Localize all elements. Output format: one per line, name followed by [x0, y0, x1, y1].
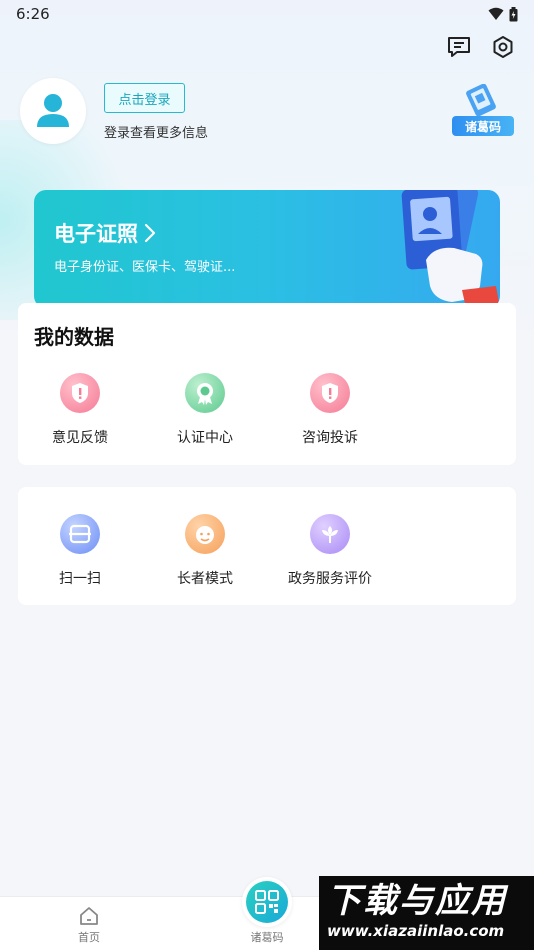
certify-center-label: 认证中心 — [177, 430, 233, 446]
flower-rating-icon — [310, 514, 350, 554]
cert-subtitle: 电子身份证、医保卡、驾驶证... — [54, 260, 236, 275]
wifi-icon — [488, 7, 504, 20]
feedback-label: 意见反馈 — [52, 430, 108, 446]
tab-home[interactable]: 首页 — [44, 897, 134, 950]
battery-icon — [509, 6, 518, 21]
phone-code-icon — [466, 84, 496, 116]
status-time: 6:26 — [16, 5, 50, 23]
badge-certify-icon — [185, 373, 225, 413]
home-icon — [80, 907, 98, 925]
watermark: 下载与应用 www.xiazaiinlao.com — [319, 876, 534, 950]
my-data-title: 我的数据 — [34, 325, 114, 349]
tab-home-label: 首页 — [78, 931, 100, 944]
user-icon — [37, 94, 69, 127]
shield-complaint-icon — [310, 373, 350, 413]
service-rating-label: 政务服务评价 — [288, 571, 372, 587]
shield-feedback-icon — [60, 373, 100, 413]
elder-face-icon — [185, 514, 225, 554]
tab-zhuge-code[interactable]: 诸葛码 — [222, 877, 312, 944]
tab-zhuge-code-label: 诸葛码 — [250, 931, 284, 944]
message-icon — [448, 37, 470, 57]
zhuge-code-badge[interactable]: 诸葛码 — [452, 84, 514, 136]
chevron-right-icon — [144, 223, 156, 243]
login-button[interactable]: 点击登录 — [104, 83, 185, 113]
certify-center-item[interactable]: 认证中心 — [145, 373, 265, 447]
complaint-label: 咨询投诉 — [302, 430, 358, 446]
status-bar: 6:26 — [0, 0, 534, 28]
scan-icon — [60, 514, 100, 554]
cert-title-row: 电子证照 — [54, 218, 156, 248]
my-data-card: 我的数据 意见反馈 认证中心 咨询投诉 — [18, 303, 516, 465]
status-icons — [488, 6, 518, 22]
header-actions — [446, 34, 516, 60]
cert-title: 电子证照 — [54, 222, 138, 246]
scan-label: 扫一扫 — [59, 571, 101, 587]
message-button[interactable] — [446, 34, 472, 60]
watermark-url: www.xiazaiinlao.com — [327, 922, 505, 940]
feedback-item[interactable]: 意见反馈 — [20, 373, 140, 447]
e-certificate-card[interactable]: 电子证照 电子身份证、医保卡、驾驶证... — [34, 190, 500, 308]
complaint-item[interactable]: 咨询投诉 — [270, 373, 390, 447]
id-cards-hand-icon — [401, 190, 500, 308]
watermark-main: 下载与应用 — [327, 881, 507, 921]
qr-code-button[interactable] — [242, 877, 292, 927]
settings-button[interactable] — [490, 34, 516, 60]
settings-icon — [493, 36, 513, 58]
avatar[interactable] — [20, 78, 86, 144]
zhuge-code-label: 诸葛码 — [452, 116, 514, 136]
elder-mode-label: 长者模式 — [177, 571, 233, 587]
login-hint: 登录查看更多信息 — [104, 126, 209, 141]
elder-mode-item[interactable]: 长者模式 — [145, 514, 265, 588]
tools-card: 扫一扫 长者模式 政务服务评价 — [18, 487, 516, 605]
scan-item[interactable]: 扫一扫 — [20, 514, 140, 588]
qr-code-icon — [246, 881, 288, 923]
service-rating-item[interactable]: 政务服务评价 — [270, 514, 390, 588]
